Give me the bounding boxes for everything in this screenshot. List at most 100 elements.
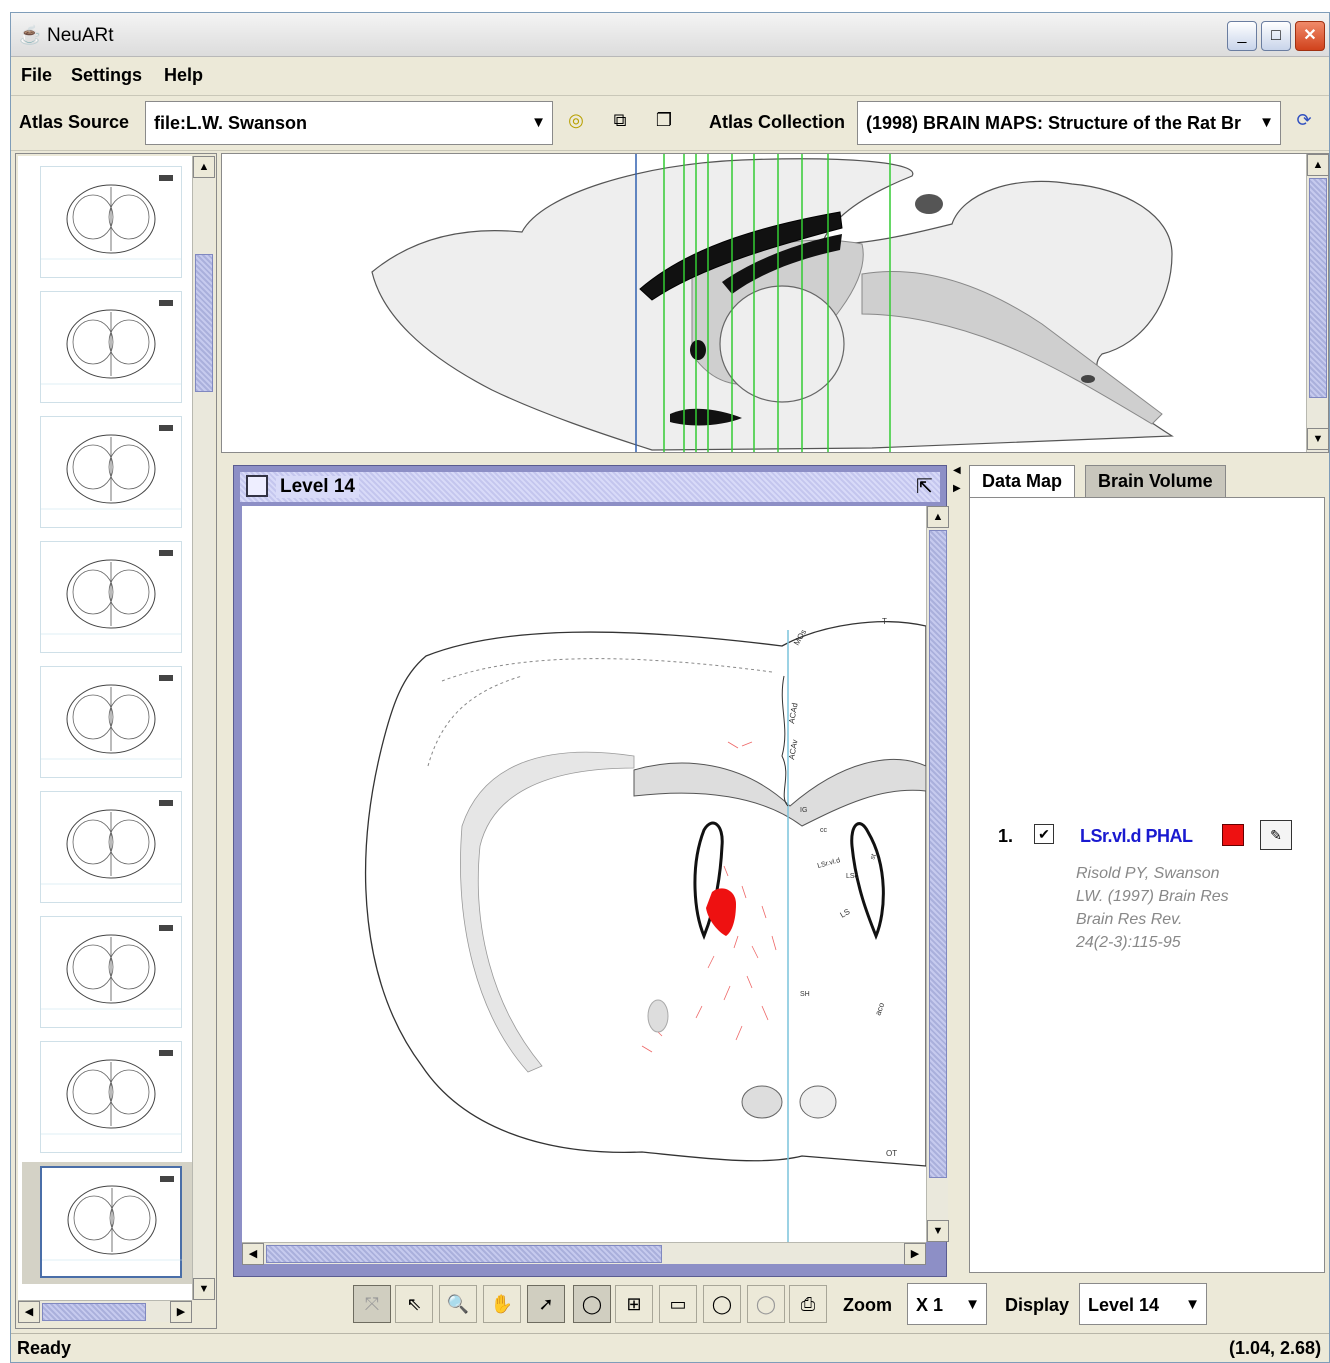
coronal-section-viewport[interactable]: MOs T ACAd ACAv IG cc LSr.vl.d LS LSc SH… — [242, 506, 926, 1242]
level-scroll-thumb[interactable] — [929, 530, 947, 1178]
level-thumbnail[interactable] — [22, 1037, 192, 1159]
title-bar: ☕ NeuARt _ □ ✕ — [11, 13, 1329, 57]
display-level-value: Level 14 — [1088, 1295, 1160, 1315]
ruler-icon[interactable]: ▭ — [659, 1285, 697, 1323]
right-tab-strip: Data Map Brain Volume — [969, 465, 1329, 499]
thumbnail-card — [40, 166, 182, 278]
level-thumbnail-list: ▲ ▼ ◀ ▶ — [15, 153, 217, 1329]
display-level-dropdown[interactable]: Level 14 ▼ — [1079, 1283, 1207, 1325]
ellipse-underline-icon[interactable]: ◯ — [703, 1285, 741, 1323]
menu-settings[interactable]: Settings — [71, 65, 142, 86]
refresh-icon[interactable]: ⟳ — [1291, 110, 1317, 136]
sagittal-scroll-thumb[interactable] — [1309, 178, 1327, 398]
fit-view-icon[interactable]: ⤧ — [353, 1285, 391, 1323]
level-horizontal-scrollbar[interactable]: ◀ ▶ — [242, 1242, 926, 1265]
thumbnail-card — [40, 416, 182, 528]
grid-icon[interactable]: ⊞ — [615, 1285, 653, 1323]
citation-line: Risold PY, Swanson — [1076, 865, 1220, 882]
sagittal-vertical-scrollbar[interactable]: ▲ ▼ — [1306, 154, 1329, 452]
thumbnail-section-drawing — [41, 550, 181, 635]
java-cup-icon: ☕ — [19, 25, 42, 45]
thumbnail-scroll-thumb[interactable] — [195, 254, 213, 392]
level-hscroll-thumb[interactable] — [266, 1245, 662, 1263]
thumbnail-card — [40, 666, 182, 778]
scroll-up-arrow-icon[interactable]: ▲ — [1307, 154, 1329, 176]
thumbnail-section-drawing — [41, 425, 181, 510]
zoom-value: X 1 — [916, 1295, 944, 1315]
data-entry-citation: Risold PY, Swanson LW. (1997) Brain Res … — [1076, 862, 1229, 954]
edit-label-icon[interactable]: ✎ — [1260, 820, 1292, 850]
atlas-collection-dropdown[interactable]: (1998) BRAIN MAPS: Structure of the Rat … — [857, 101, 1281, 145]
frame-window-icon — [246, 475, 268, 497]
data-entry-name-link[interactable]: LSr.vl.d PHAL — [1080, 826, 1193, 847]
atlas-collection-label: Atlas Collection — [709, 112, 846, 132]
pan-hand-icon[interactable]: ✋ — [483, 1285, 521, 1323]
atlas-source-label: Atlas Source — [19, 112, 130, 132]
scroll-up-arrow-icon[interactable]: ▲ — [927, 506, 949, 528]
level-thumbnail[interactable] — [22, 662, 192, 784]
splitter-left-arrow-icon[interactable]: ◀ — [953, 465, 961, 476]
thumbnail-vertical-scrollbar[interactable]: ▲ ▼ — [192, 156, 215, 1300]
level-thumbnail[interactable] — [22, 537, 192, 659]
ellipse-disabled-icon[interactable]: ◯ — [747, 1285, 785, 1323]
thumbnail-card — [40, 791, 182, 903]
stack-icon[interactable]: ❐ — [651, 110, 677, 136]
close-button[interactable]: ✕ — [1295, 21, 1325, 51]
tab-data-map[interactable]: Data Map — [969, 465, 1076, 497]
level-thumbnail[interactable] — [22, 1162, 192, 1284]
scroll-down-arrow-icon[interactable]: ▼ — [927, 1220, 949, 1242]
bottom-toolbar: ⤧ ⇖ 🔍 ✋ ➚ ◯ ⊞ ▭ ◯ ◯ ⎙ Zoom X 1 ▼ Display… — [11, 1275, 1329, 1331]
atlas-source-dropdown[interactable]: file:L.W. Swanson ▼ — [145, 101, 553, 145]
level-thumbnail[interactable] — [22, 287, 192, 409]
tab-brain-volume[interactable]: Brain Volume — [1085, 465, 1226, 497]
level-thumbnail[interactable] — [22, 787, 192, 909]
scroll-right-arrow-icon[interactable]: ▶ — [904, 1243, 926, 1265]
display-label: Display — [1005, 1295, 1070, 1315]
citation-line: Brain Res Rev. — [1076, 911, 1183, 928]
zoom-in-icon[interactable]: 🔍 — [439, 1285, 477, 1323]
sagittal-brain-view[interactable] — [222, 154, 1304, 452]
thumbnail-viewport — [18, 156, 192, 1300]
level-thumbnail[interactable] — [22, 912, 192, 1034]
print-icon[interactable]: ⎙ — [789, 1285, 827, 1323]
thumbnail-section-drawing — [41, 675, 181, 760]
status-bar: Ready (1.04, 2.68) — [11, 1333, 1329, 1363]
level-thumbnail[interactable] — [22, 412, 192, 534]
thumbnail-card — [40, 1166, 182, 1278]
minimize-button[interactable]: _ — [1227, 21, 1257, 51]
thumbnail-card — [40, 541, 182, 653]
atlas-toolbar: Atlas Source file:L.W. Swanson ▼ ◎ ⧉ ❐ A… — [11, 95, 1329, 151]
splitter-right-arrow-icon[interactable]: ▶ — [953, 483, 961, 494]
ellipse-tool-icon[interactable]: ◯ — [573, 1285, 611, 1323]
select-arrow-icon[interactable]: ⇖ — [395, 1285, 433, 1323]
thumbnail-card — [40, 1041, 182, 1153]
target-icon[interactable]: ◎ — [563, 110, 589, 136]
citation-line: LW. (1997) Brain Res — [1076, 888, 1229, 905]
thumbnail-section-drawing — [41, 1050, 181, 1135]
scroll-up-arrow-icon[interactable]: ▲ — [193, 156, 215, 178]
level-frame-titlebar[interactable]: Level 14 ⇱ — [240, 472, 940, 502]
window-title: NeuARt — [47, 25, 114, 46]
data-entry-color-swatch[interactable] — [1222, 824, 1244, 846]
level-frame-title: Level 14 — [276, 476, 359, 498]
coronal-section-view[interactable]: MOs T ACAd ACAv IG cc LSr.vl.d LS LSc SH… — [242, 506, 926, 1242]
status-text: Ready — [17, 1338, 72, 1358]
undock-icon[interactable]: ⇱ — [916, 474, 933, 499]
pointer-arrow-icon[interactable]: ➚ — [527, 1285, 565, 1323]
region-label-ig: IG — [800, 807, 807, 814]
data-entry-checkbox[interactable]: ✔ — [1034, 824, 1054, 844]
scroll-down-arrow-icon[interactable]: ▼ — [1307, 428, 1329, 450]
level-thumbnail[interactable] — [22, 162, 192, 284]
menu-file[interactable]: File — [21, 65, 52, 86]
chevron-down-icon: ▼ — [1259, 114, 1274, 131]
copy-icon[interactable]: ⧉ — [607, 110, 633, 136]
region-label-ot: OT — [886, 1149, 897, 1158]
menu-help[interactable]: Help — [164, 65, 203, 86]
scroll-left-arrow-icon[interactable]: ◀ — [242, 1243, 264, 1265]
chevron-down-icon: ▼ — [965, 1296, 980, 1313]
menu-bar: File Settings Help — [11, 59, 1329, 93]
zoom-dropdown[interactable]: X 1 ▼ — [907, 1283, 987, 1325]
level-vertical-scrollbar[interactable]: ▲ ▼ — [926, 506, 949, 1242]
atlas-collection-value: (1998) BRAIN MAPS: Structure of the Rat … — [866, 113, 1242, 133]
maximize-button[interactable]: □ — [1261, 21, 1291, 51]
